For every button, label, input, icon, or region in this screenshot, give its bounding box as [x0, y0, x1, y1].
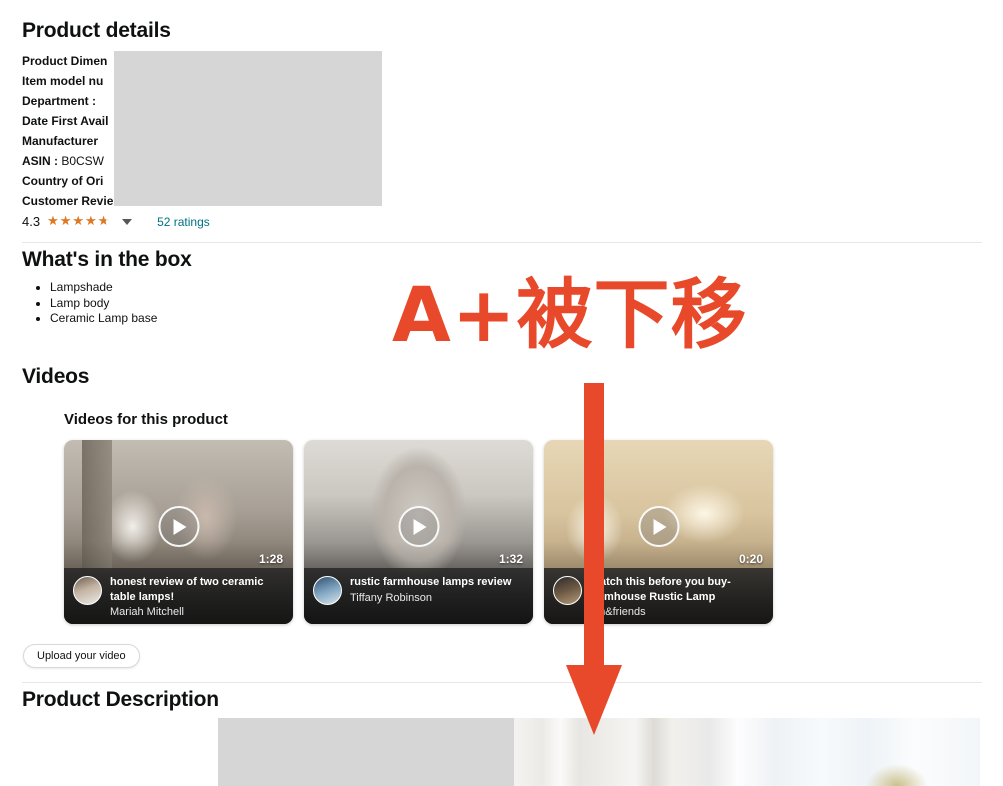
play-icon[interactable]: [398, 506, 439, 547]
redaction-overlay-details: [114, 51, 382, 206]
videos-section: Videos Videos for this product 1:28 hone…: [22, 365, 982, 624]
video-author: Tiffany Robinson: [350, 591, 432, 604]
detail-label: Department :: [22, 94, 97, 108]
detail-label: Customer Revie: [22, 194, 114, 208]
product-description-media: [218, 718, 980, 786]
lifestyle-photo: [514, 718, 980, 786]
star-rating-fill: ★★★★★: [47, 215, 107, 228]
product-details-list: Product Dimen Item model nu Department :…: [22, 51, 982, 229]
detail-label: Country of Ori: [22, 174, 104, 188]
video-meta: honest review of two ceramic table lamps…: [110, 575, 284, 618]
play-triangle-icon: [173, 518, 187, 535]
star-rating-icon: ★★★★★ ★★★★★: [47, 215, 113, 228]
avatar: [73, 576, 102, 605]
video-author: Mariah Mitchell: [110, 606, 184, 618]
video-duration: 1:28: [258, 552, 283, 566]
play-triangle-icon: [653, 518, 667, 535]
divider: [22, 242, 982, 243]
play-icon[interactable]: [638, 506, 679, 547]
video-author: am&friends: [590, 606, 646, 618]
chevron-down-icon[interactable]: [122, 218, 133, 225]
video-meta: Watch this before you buy-farmhouse Rust…: [590, 575, 764, 618]
videos-heading: Videos: [22, 365, 90, 388]
customer-rating: 4.3 ★★★★★ ★★★★★ 52 ratings: [22, 214, 982, 229]
video-title: rustic farmhouse lamps review: [350, 576, 512, 588]
detail-label: Manufacturer: [22, 134, 99, 148]
video-duration: 1:32: [498, 552, 523, 566]
video-duration: 0:20: [738, 552, 763, 566]
videos-subheading: Videos for this product: [64, 411, 228, 428]
detail-label: Item model nu: [22, 74, 104, 88]
list-item: Lampshade: [50, 280, 522, 296]
video-meta: rustic farmhouse lamps review Tiffany Ro…: [350, 575, 511, 617]
detail-label: Product Dimen: [22, 54, 108, 68]
detail-label: Date First Avail: [22, 114, 109, 128]
play-icon[interactable]: [158, 506, 199, 547]
play-triangle-icon: [413, 518, 427, 535]
product-details-section: Product details Product Dimen Item model…: [22, 19, 982, 229]
avatar: [313, 576, 342, 605]
list-item: Ceramic Lamp base: [50, 311, 522, 327]
video-card[interactable]: 1:28 honest review of two ceramic table …: [64, 440, 293, 624]
product-page: Product details Product Dimen Item model…: [0, 0, 1003, 786]
video-carousel: 1:28 honest review of two ceramic table …: [64, 440, 982, 624]
redaction-overlay-description: [218, 718, 514, 786]
upload-your-video-button[interactable]: Upload your video: [23, 644, 140, 668]
whats-in-the-box-heading: What's in the box: [22, 248, 192, 271]
avatar: [553, 576, 582, 605]
page-title: Product details: [22, 19, 171, 42]
video-card[interactable]: 0:20 Watch this before you buy-farmhouse…: [544, 440, 773, 624]
video-caption-bar: honest review of two ceramic table lamps…: [64, 568, 293, 624]
list-item: Lamp body: [50, 296, 522, 312]
video-title: Watch this before you buy-farmhouse Rust…: [590, 576, 731, 603]
box-contents-list: Lampshade Lamp body Ceramic Lamp base: [50, 280, 522, 327]
detail-label: ASIN :: [22, 154, 58, 168]
rating-value: 4.3: [22, 214, 41, 229]
ratings-count-link[interactable]: 52 ratings: [157, 215, 210, 229]
video-caption-bar: rustic farmhouse lamps review Tiffany Ro…: [304, 568, 533, 624]
video-caption-bar: Watch this before you buy-farmhouse Rust…: [544, 568, 773, 624]
video-card[interactable]: 1:32 rustic farmhouse lamps review Tiffa…: [304, 440, 533, 624]
video-title: honest review of two ceramic table lamps…: [110, 576, 264, 603]
detail-value: B0CSW: [58, 154, 105, 168]
whats-in-the-box-section: What's in the box Lampshade Lamp body Ce…: [22, 248, 522, 327]
product-description-heading: Product Description: [22, 688, 219, 711]
divider: [22, 682, 982, 683]
